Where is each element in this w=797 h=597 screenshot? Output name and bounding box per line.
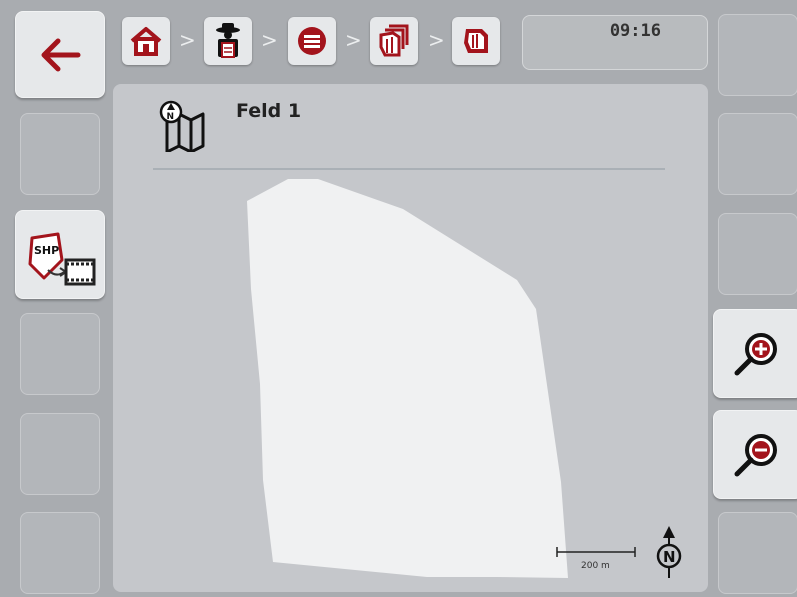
scale-bar (556, 547, 636, 557)
back-button[interactable] (15, 11, 105, 98)
clock-display: 09:16 (522, 15, 708, 70)
zoom-in-icon (734, 332, 777, 375)
list-menu-icon (298, 27, 326, 55)
zoom-out-button[interactable] (713, 410, 797, 499)
softkey-empty-right-2 (718, 113, 797, 195)
softkey-empty-left-6 (20, 512, 100, 594)
breadcrumb-fields[interactable] (370, 17, 418, 65)
softkey-empty-left-5 (20, 413, 100, 495)
breadcrumb-list[interactable] (288, 17, 336, 65)
softkey-empty-left-2 (20, 113, 100, 195)
softkey-empty-left-4 (20, 313, 100, 395)
field-boundary (247, 179, 568, 578)
breadcrumb-separator: > (179, 28, 196, 52)
softkey-empty-right-6 (718, 512, 797, 594)
zoom-out-icon (734, 433, 777, 476)
field-map-panel: N Feld 1 200 m N (113, 84, 708, 592)
breadcrumb-field[interactable] (452, 17, 500, 65)
shp-import-icon: SHP (28, 232, 96, 285)
back-arrow-icon (41, 38, 81, 71)
softkey-empty-right-3 (718, 213, 797, 295)
breadcrumb-separator: > (428, 28, 445, 52)
scale-label: 200 m (581, 561, 610, 571)
breadcrumb-farmer[interactable] (204, 17, 252, 65)
shp-label: SHP (34, 244, 59, 257)
breadcrumb-separator: > (345, 28, 362, 52)
field-icon (464, 29, 488, 53)
home-icon (130, 27, 162, 56)
softkey-empty-right-1 (718, 14, 797, 96)
breadcrumb-home[interactable] (122, 17, 170, 65)
north-arrow-icon: N (656, 526, 682, 578)
fields-icon (379, 24, 409, 57)
breadcrumb-separator: > (261, 28, 278, 52)
north-label: N (663, 548, 676, 566)
import-shp-button[interactable]: SHP (15, 210, 105, 299)
farmer-icon (216, 23, 240, 58)
zoom-in-button[interactable] (713, 309, 797, 398)
clock-time: 09:16 (609, 21, 661, 41)
